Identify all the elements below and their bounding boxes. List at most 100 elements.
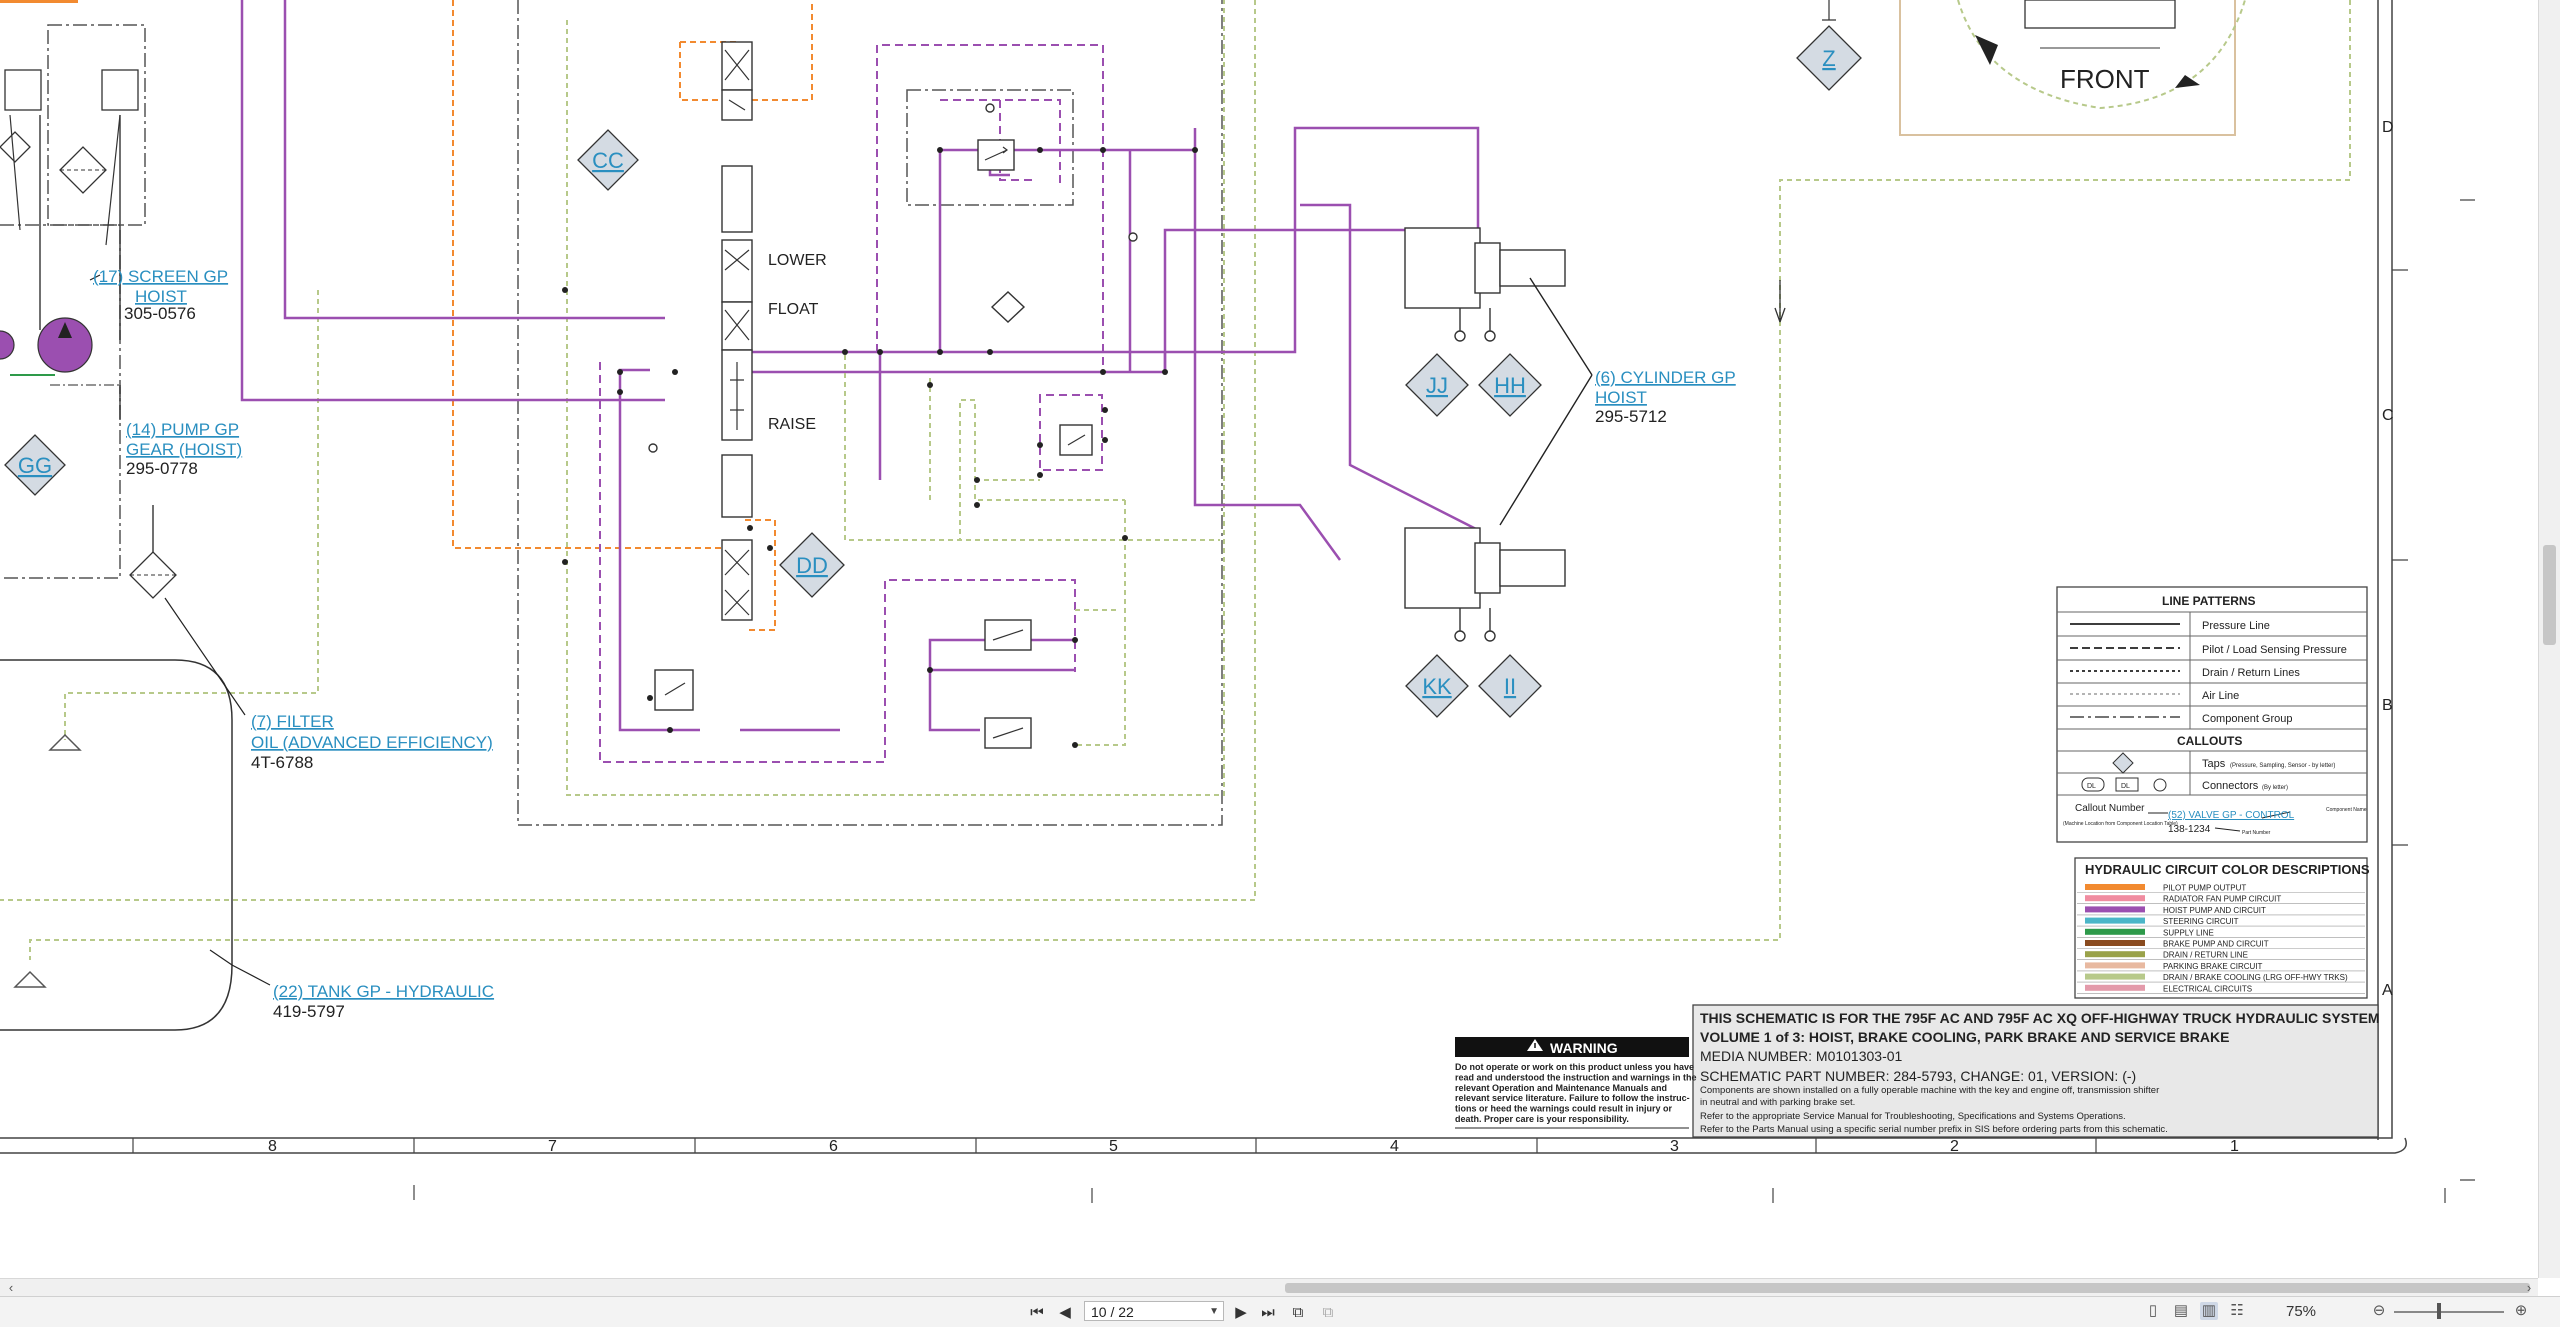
- row-letter-b: B: [2382, 697, 2393, 714]
- status-bar: ⏮ ◀ 10 / 22 ▼ ▶ ⏭ ⧉ ⧉ ▯ ▤ ▥ ☷ 75% ⊖ ⊕: [0, 1296, 2560, 1327]
- col-number-3: 3: [1670, 1138, 1679, 1155]
- title-note-3: Refer to the appropriate Service Manual …: [1700, 1111, 2126, 1122]
- col-number-6: 6: [829, 1138, 838, 1155]
- row-letter-a: A: [2382, 982, 2393, 999]
- color-swatch: [2085, 951, 2145, 958]
- color-swatch: [2085, 984, 2145, 991]
- previous-view-icon[interactable]: ⧉: [1288, 1301, 1308, 1323]
- prev-page-icon[interactable]: ◀: [1056, 1301, 1074, 1323]
- legend-line-patterns-title: LINE PATTERNS: [2162, 594, 2256, 608]
- page-number-input[interactable]: 10 / 22 ▼: [1084, 1301, 1224, 1321]
- warning-line: relevant service literature. Failure to …: [1455, 1093, 1690, 1103]
- callout-gg[interactable]: GG: [18, 453, 52, 478]
- callout-cc[interactable]: CC: [592, 148, 624, 173]
- color-swatch: [2085, 917, 2145, 924]
- filter-oil-link[interactable]: OIL (ADVANCED EFFICIENCY): [251, 733, 493, 752]
- color-swatch: [2085, 906, 2145, 913]
- col-number-4: 4: [1390, 1138, 1399, 1155]
- filter-link[interactable]: (7) FILTER: [251, 712, 334, 731]
- callout-dd[interactable]: DD: [796, 553, 828, 578]
- page-number-value: 10 / 22: [1091, 1304, 1134, 1320]
- tank-link[interactable]: (22) TANK GP - HYDRAULIC: [273, 982, 494, 1001]
- legend-part-number-note: Part Number: [2242, 830, 2271, 836]
- color-label: STEERING CIRCUIT: [2163, 917, 2239, 926]
- color-label: SUPPLY LINE: [2163, 928, 2214, 937]
- title-note-2: in neutral and with parking brake set.: [1700, 1097, 1855, 1108]
- color-swatch: [2085, 895, 2145, 902]
- title-note-4: Refer to the Parts Manual using a specif…: [1700, 1124, 2168, 1135]
- cylinder-link[interactable]: (6) CYLINDER GP: [1595, 368, 1736, 387]
- warning-line: read and understood the instruction and …: [1455, 1072, 1697, 1082]
- book-view-icon[interactable]: ☷: [2228, 1302, 2246, 1320]
- screen-part-number: 305-0576: [124, 304, 196, 323]
- next-page-icon[interactable]: ▶: [1232, 1301, 1250, 1323]
- scroll-right-icon[interactable]: ›: [2520, 1280, 2538, 1295]
- title-note-1: Components are shown installed on a full…: [1700, 1085, 2159, 1096]
- warning-line: relevant Operation and Maintenance Manua…: [1455, 1083, 1667, 1093]
- valve-position-raise: RAISE: [768, 416, 816, 433]
- document-viewport[interactable]: D C B A 8 7 6 5 4 3 2 1 CC DD GG JJ HH K…: [0, 0, 2560, 1297]
- pump-gp-link[interactable]: (14) PUMP GP: [126, 420, 239, 439]
- color-label: HOIST PUMP AND CIRCUIT: [2163, 906, 2266, 915]
- facing-view-icon[interactable]: ▥: [2200, 1302, 2218, 1320]
- color-label: BRAKE PUMP AND CIRCUIT: [2163, 940, 2269, 949]
- color-label: DRAIN / BRAKE COOLING (LRG OFF-HWY TRKS): [2163, 973, 2348, 982]
- single-page-view-icon[interactable]: ▯: [2144, 1302, 2162, 1320]
- horizontal-scroll-thumb[interactable]: [1285, 1283, 2530, 1293]
- title-media-number: MEDIA NUMBER: M0101303-01: [1700, 1048, 1903, 1064]
- pump-gear-link[interactable]: GEAR (HOIST): [126, 440, 242, 459]
- warning-line: Do not operate or work on this product u…: [1455, 1062, 1694, 1072]
- zoom-slider-thumb[interactable]: [2437, 1303, 2441, 1319]
- legend-connectors-note: (By letter): [2262, 785, 2288, 791]
- next-view-icon[interactable]: ⧉: [1318, 1301, 1338, 1323]
- callout-hh[interactable]: HH: [1494, 373, 1526, 398]
- color-label: ELECTRICAL CIRCUITS: [2163, 984, 2252, 993]
- horizontal-scrollbar[interactable]: ‹ ›: [0, 1278, 2538, 1297]
- callout-kk[interactable]: KK: [1422, 674, 1452, 699]
- col-number-5: 5: [1109, 1138, 1118, 1155]
- legend-pattern-group: Component Group: [2202, 713, 2293, 725]
- valve-position-float: FLOAT: [768, 301, 819, 318]
- color-label: PILOT PUMP OUTPUT: [2163, 884, 2246, 893]
- title-line-2: VOLUME 1 of 3: HOIST, BRAKE COOLING, PAR…: [1700, 1029, 2229, 1045]
- legend-taps: Taps: [2202, 758, 2226, 770]
- color-swatch: [2085, 973, 2145, 980]
- screen-gp-link[interactable]: (17) SCREEN GP: [93, 267, 228, 286]
- color-desc-title: HYDRAULIC CIRCUIT COLOR DESCRIPTIONS: [2085, 862, 2370, 877]
- color-label: RADIATOR FAN PUMP CIRCUIT: [2163, 895, 2281, 904]
- warning-line: death. Proper care is your responsibilit…: [1455, 1114, 1629, 1124]
- col-number-1: 1: [2230, 1138, 2239, 1155]
- valve-position-lower: LOWER: [768, 252, 827, 269]
- continuous-view-icon[interactable]: ▤: [2172, 1302, 2190, 1320]
- hydraulic-schematic: D C B A 8 7 6 5 4 3 2 1 CC DD GG JJ HH K…: [0, 0, 2475, 1203]
- legend-pattern-air: Air Line: [2202, 690, 2239, 702]
- vertical-scroll-thumb[interactable]: [2543, 545, 2556, 645]
- scroll-left-icon[interactable]: ‹: [2, 1280, 20, 1295]
- color-swatch: [2085, 962, 2145, 969]
- color-label: DRAIN / RETURN LINE: [2163, 951, 2248, 960]
- row-letter-d: D: [2382, 119, 2394, 136]
- first-page-icon[interactable]: ⏮: [1028, 1301, 1046, 1323]
- cylinder-hoist-link[interactable]: HOIST: [1595, 388, 1647, 407]
- callout-ii[interactable]: II: [1504, 674, 1516, 699]
- front-label: FRONT: [2060, 64, 2150, 94]
- pump-part-number: 295-0778: [126, 459, 198, 478]
- tank-part-number: 419-5797: [273, 1002, 345, 1021]
- zoom-level[interactable]: 75%: [2286, 1303, 2316, 1320]
- legend-callout-number: Callout Number: [2075, 803, 2145, 814]
- legend-pattern-pilot: Pilot / Load Sensing Pressure: [2202, 644, 2347, 656]
- legend-example-link[interactable]: (52) VALVE GP - CONTROL: [2168, 810, 2295, 821]
- legend-callouts-title: CALLOUTS: [2177, 734, 2242, 748]
- zoom-in-icon[interactable]: ⊕: [2512, 1302, 2530, 1320]
- legend-taps-note: (Pressure, Sampling, Sensor - by letter): [2230, 763, 2335, 769]
- col-number-7: 7: [548, 1138, 557, 1155]
- legend-connectors: Connectors: [2202, 780, 2259, 792]
- vertical-scrollbar[interactable]: [2538, 0, 2560, 1278]
- callout-jj[interactable]: JJ: [1426, 373, 1448, 398]
- last-page-icon[interactable]: ⏭: [1258, 1301, 1278, 1323]
- title-line-1: THIS SCHEMATIC IS FOR THE 795F AC AND 79…: [1700, 1010, 2380, 1026]
- callout-z[interactable]: Z: [1822, 46, 1835, 71]
- chevron-down-icon[interactable]: ▼: [1209, 1302, 1219, 1322]
- zoom-slider[interactable]: [2394, 1311, 2504, 1313]
- zoom-out-icon[interactable]: ⊖: [2370, 1302, 2388, 1320]
